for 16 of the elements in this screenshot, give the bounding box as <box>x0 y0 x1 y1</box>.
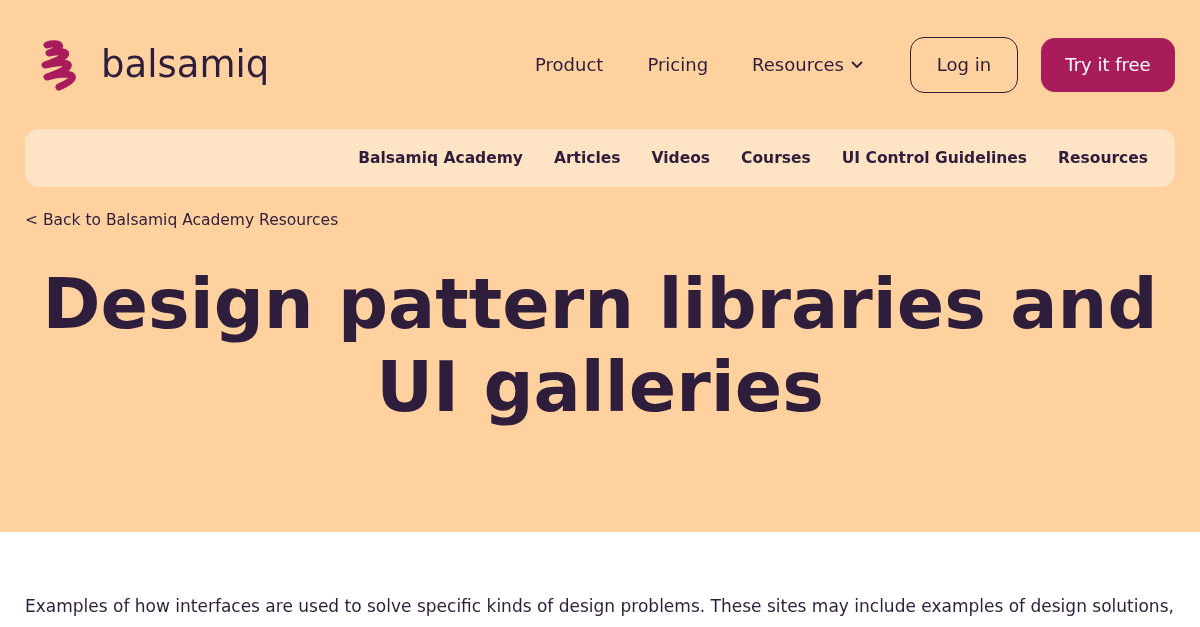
try-free-button[interactable]: Try it free <box>1041 37 1175 92</box>
sub-nav-link[interactable]: Articles <box>553 149 621 167</box>
back-link[interactable]: < Back to Balsamiq Academy Resources <box>25 211 339 229</box>
nav-link[interactable]: Pricing <box>647 54 709 75</box>
intro-paragraph: Examples of how interfaces are used to solve specific kinds of design problems. These sites may include examples of design solutions, <box>25 596 1175 616</box>
sub-nav-link[interactable]: Videos <box>651 149 711 167</box>
nav-link[interactable]: Product <box>535 54 604 75</box>
sub-nav-link[interactable]: UI Control Guidelines <box>841 149 1028 167</box>
logo-text[interactable]: balsamiq <box>101 43 270 86</box>
sub-nav-link[interactable]: Resources <box>1058 149 1148 167</box>
sub-nav-link[interactable]: Balsamiq Academy <box>358 149 523 167</box>
page-title: Design pattern libraries and UI galleries <box>41 263 1159 429</box>
nav-link[interactable]: Resources <box>752 54 864 75</box>
sub-nav-link[interactable]: Courses <box>741 149 811 167</box>
chevron-down-icon <box>850 60 864 69</box>
login-button[interactable]: Log in <box>910 36 1018 93</box>
